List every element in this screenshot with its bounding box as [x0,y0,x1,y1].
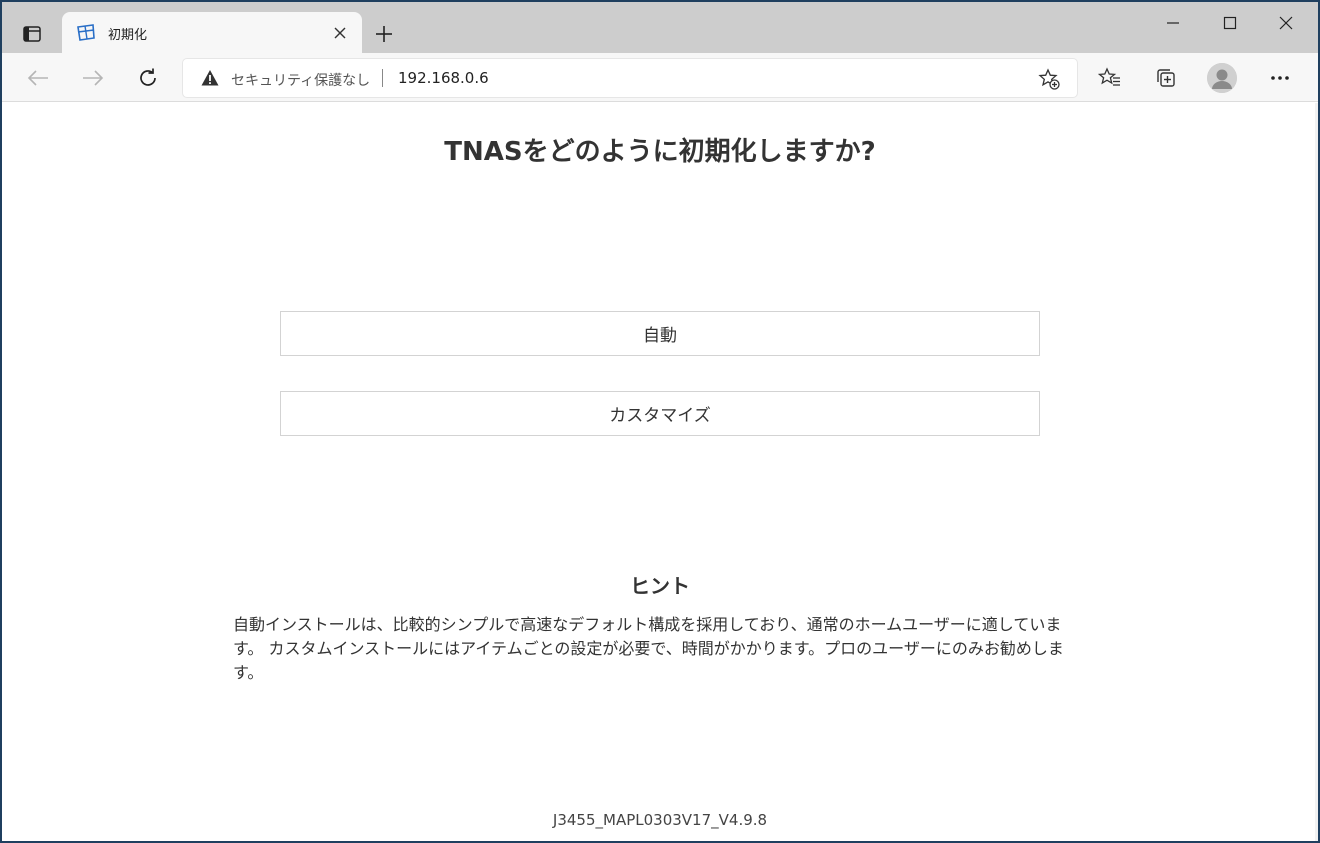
scrollbar-track [1315,103,1318,841]
firmware-version: J3455_MAPL0303V17_V4.9.8 [552,811,768,829]
back-arrow-icon[interactable] [23,63,53,93]
hint-title: ヒント [630,574,690,598]
auto-install-button[interactable]: 自動 [280,311,1040,356]
browser-window: 初期化 セキュリティ保護なし 192.168.0.6 TNASをどのように初期化… [2,2,1318,841]
tab-actions-icon[interactable] [14,21,50,47]
url-text[interactable]: 192.168.0.6 [398,69,489,87]
tab-strip: 初期化 [2,2,1318,53]
refresh-icon[interactable] [133,63,163,93]
maximize-icon[interactable] [1216,10,1244,36]
tnas-favicon-icon [76,23,96,43]
profile-icon[interactable] [1207,63,1237,93]
address-separator [382,69,383,87]
custom-install-button[interactable]: カスタマイズ [280,391,1040,436]
page-content: TNASをどのように初期化しますか? 自動 カスタマイズ ヒント 自動インストー… [2,103,1318,841]
close-icon[interactable] [330,23,350,43]
security-label[interactable]: セキュリティ保護なし [231,70,370,90]
hint-body: 自動インストールは、比較的シンプルで高速なデフォルト構成を採用しており、通常のホ… [233,615,1064,682]
forward-arrow-icon[interactable] [78,63,108,93]
browser-toolbar: セキュリティ保護なし 192.168.0.6 [2,53,1318,102]
warning-icon[interactable] [201,69,219,87]
page-title: TNASをどのように初期化しますか? [444,137,876,167]
window-close-icon[interactable] [1272,10,1300,36]
minimize-icon[interactable] [1159,10,1187,36]
star-plus-icon[interactable] [1037,67,1061,91]
plus-icon[interactable] [370,21,398,47]
favorites-icon[interactable] [1095,63,1125,93]
more-icon[interactable] [1265,63,1295,93]
collections-icon[interactable] [1151,63,1181,93]
address-bar[interactable]: セキュリティ保護なし 192.168.0.6 [183,59,1077,97]
tab-title: 初期化 [108,28,148,43]
tab-active[interactable]: 初期化 [62,12,362,53]
